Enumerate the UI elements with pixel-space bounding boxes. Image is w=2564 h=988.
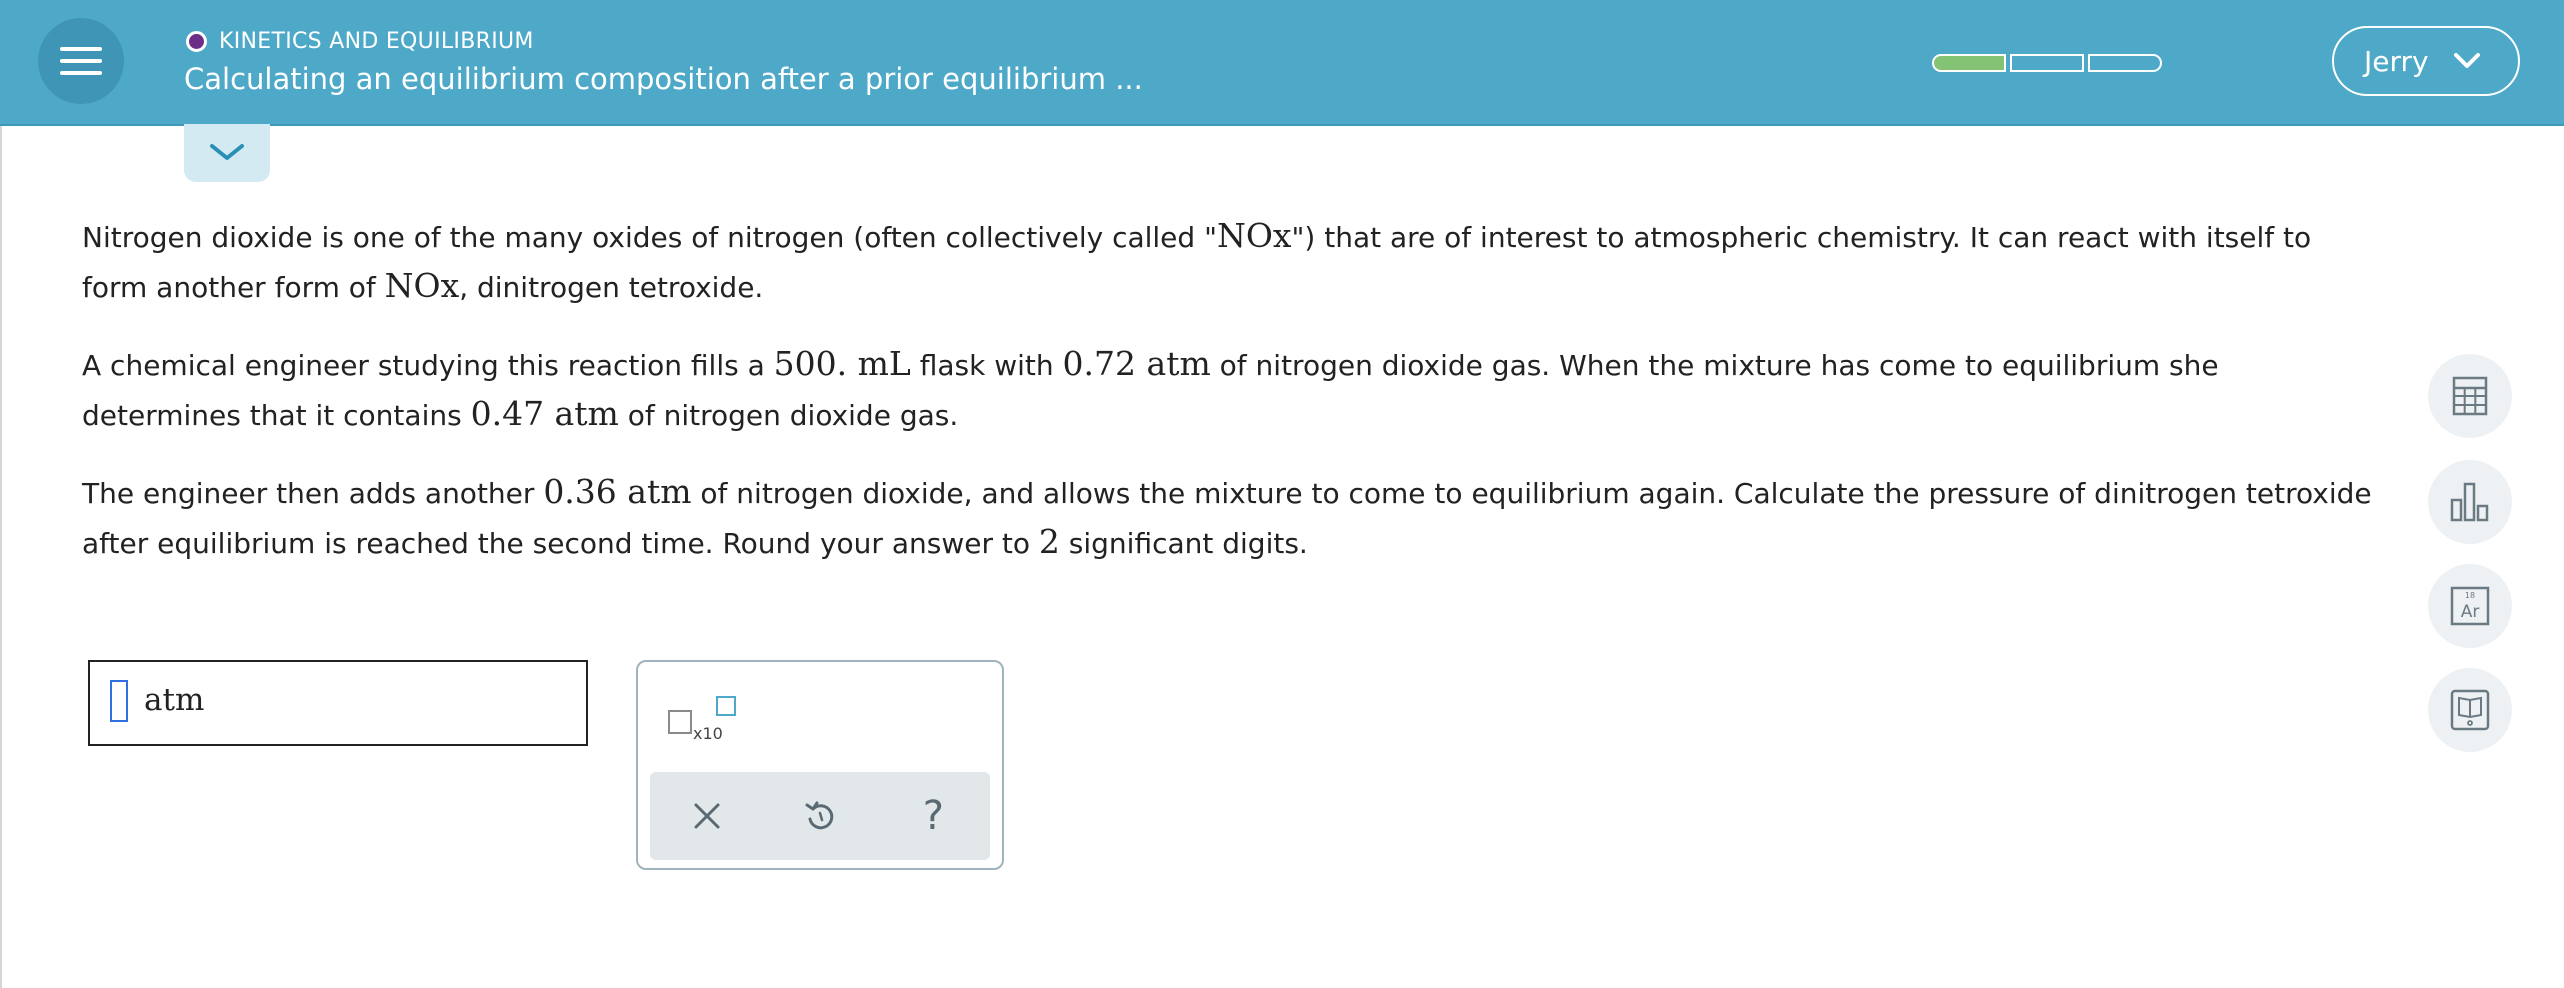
page-title: Calculating an equilibrium composition a…	[184, 62, 1143, 96]
clear-button[interactable]	[677, 786, 737, 846]
textbook-button[interactable]	[2428, 668, 2512, 752]
topic-label: KINETICS AND EQUILIBRIUM	[219, 28, 534, 54]
periodic-table-button[interactable]: 18 Ar	[2428, 564, 2512, 648]
problem-paragraph-1: Nitrogen dioxide is one of the many oxid…	[82, 212, 2382, 312]
undo-button[interactable]	[790, 786, 850, 846]
math-term: 2	[1038, 522, 1060, 561]
math-term: 500. mL	[773, 344, 911, 383]
textbook-icon	[2450, 689, 2490, 731]
placeholder-box-icon	[668, 710, 692, 734]
progress-segment	[2088, 54, 2162, 72]
math-term: NOx	[384, 266, 460, 305]
user-menu-button[interactable]: Jerry	[2332, 26, 2520, 96]
problem-paragraph-3: The engineer then adds another 0.36 atm …	[82, 468, 2382, 568]
exponent-box-icon	[716, 696, 736, 716]
problem-paragraph-2: A chemical engineer studying this reacti…	[82, 340, 2382, 440]
problem-text: Nitrogen dioxide is one of the many oxid…	[82, 221, 1217, 254]
scientific-notation-button[interactable]: x10	[668, 690, 748, 750]
periodic-table-icon: 18 Ar	[2450, 586, 2490, 626]
page-frame-edge	[0, 0, 2, 988]
keypad-actions: ?	[650, 772, 990, 860]
problem-text: A chemical engineer studying this reacti…	[82, 349, 774, 382]
svg-text:18: 18	[2465, 591, 2475, 600]
answer-unit: atm	[144, 682, 205, 718]
problem-text: flask with	[910, 349, 1063, 382]
topic-row: KINETICS AND EQUILIBRIUM	[186, 26, 534, 56]
problem-text: significant digits.	[1059, 527, 1308, 560]
hamburger-icon-line	[60, 59, 102, 63]
math-term: 0.72 atm	[1062, 344, 1211, 383]
hamburger-icon-line	[60, 47, 102, 51]
math-term: NOx	[1216, 216, 1292, 255]
chevron-down-icon	[2453, 53, 2480, 68]
math-term: 0.47 atm	[470, 394, 619, 433]
top-bar: KINETICS AND EQUILIBRIUM Calculating an …	[0, 0, 2564, 126]
collapse-header-toggle[interactable]	[184, 124, 270, 182]
math-keypad: x10 ?	[636, 660, 1004, 870]
user-name: Jerry	[2364, 44, 2429, 78]
progress-segment-complete	[1932, 54, 2006, 72]
problem-text: , dinitrogen tetroxide.	[459, 271, 764, 304]
data-chart-button[interactable]	[2428, 460, 2512, 544]
answer-input[interactable]: atm	[88, 660, 588, 746]
help-icon: ?	[922, 793, 944, 839]
problem-statement: Nitrogen dioxide is one of the many oxid…	[82, 212, 2382, 596]
calculator-icon	[2452, 376, 2488, 416]
calculator-button[interactable]	[2428, 354, 2512, 438]
svg-text:Ar: Ar	[2461, 602, 2480, 622]
progress-segment	[2010, 54, 2084, 72]
chevron-down-icon	[210, 144, 244, 160]
math-term: 0.36 atm	[543, 472, 692, 511]
problem-text: of nitrogen dioxide gas.	[618, 399, 959, 432]
data-chart-icon	[2450, 482, 2489, 522]
help-button[interactable]: ?	[903, 786, 963, 846]
topic-circle-icon	[186, 30, 207, 52]
menu-button[interactable]	[38, 18, 124, 104]
progress-bar	[1932, 54, 2162, 72]
undo-icon	[805, 801, 834, 830]
input-cursor	[110, 680, 128, 722]
sci-notation-label: x10	[693, 724, 723, 743]
hamburger-icon-line	[60, 71, 102, 75]
problem-text: The engineer then adds another	[82, 477, 544, 510]
close-icon	[694, 803, 720, 829]
